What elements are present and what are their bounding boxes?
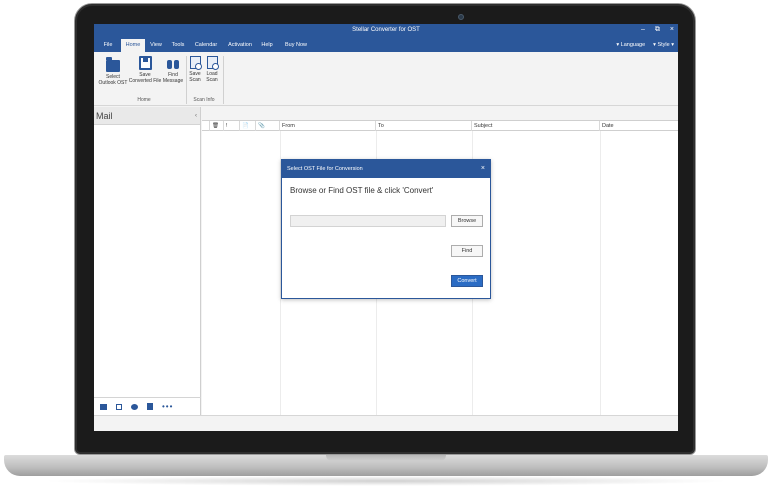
tab-home[interactable]: Home bbox=[121, 39, 145, 52]
laptop-mockup: Stellar Converter for OST – ⧉ × File Hom… bbox=[0, 0, 772, 488]
dialog-close-button[interactable]: × bbox=[481, 160, 485, 178]
message-list-header: 🗑 ! 📄 📎 From To Subject Date bbox=[202, 121, 678, 131]
tab-view[interactable]: View bbox=[147, 39, 165, 52]
find-message-button[interactable]: Find Message bbox=[162, 56, 184, 84]
dialog-title-bar: Select OST File for Conversion × bbox=[282, 160, 490, 178]
language-label: Language bbox=[620, 42, 646, 48]
language-menu[interactable]: ▾ Language bbox=[616, 39, 645, 52]
column-type[interactable]: 📄 bbox=[240, 121, 256, 131]
app-window: Stellar Converter for OST – ⧉ × File Hom… bbox=[94, 24, 678, 431]
mail-icon[interactable] bbox=[100, 403, 107, 410]
home-group-label: Home bbox=[137, 97, 151, 103]
ribbon: Select Outlook OST Save Converted File F… bbox=[94, 52, 678, 106]
webcam-icon bbox=[458, 14, 464, 20]
load-scan-icon bbox=[206, 56, 219, 70]
find-message-label: Find Message bbox=[162, 72, 184, 84]
laptop-notch bbox=[326, 455, 446, 461]
column-divider bbox=[600, 131, 601, 415]
minimize-button[interactable]: – bbox=[641, 26, 645, 34]
load-scan-label: Load Scan bbox=[206, 71, 218, 83]
column-date[interactable]: Date bbox=[600, 121, 678, 131]
tab-file[interactable]: File bbox=[98, 39, 118, 52]
sidebar-footer: ••• bbox=[94, 397, 201, 415]
tab-buy-now[interactable]: Buy Now bbox=[282, 39, 310, 52]
load-scan-button[interactable]: Load Scan bbox=[204, 56, 220, 83]
dialog-title: Select OST File for Conversion bbox=[287, 166, 363, 172]
save-converted-file-button[interactable]: Save Converted File bbox=[128, 56, 162, 84]
file-path-field[interactable] bbox=[290, 215, 446, 227]
message-list-toolbar bbox=[202, 107, 678, 121]
window-controls: – ⧉ × bbox=[641, 26, 674, 34]
tab-activation[interactable]: Activation bbox=[225, 39, 255, 52]
select-outlook-ost-label: Select Outlook OST bbox=[98, 74, 128, 86]
ribbon-separator bbox=[223, 56, 224, 104]
save-scan-icon bbox=[189, 56, 202, 70]
style-menu[interactable]: ▾ Style ▾ bbox=[653, 39, 674, 52]
save-icon bbox=[138, 56, 152, 70]
sidebar-header: Mail ‹ bbox=[94, 107, 200, 125]
select-outlook-ost-button[interactable]: Select Outlook OST bbox=[96, 56, 130, 86]
sidebar-title: Mail bbox=[96, 111, 113, 121]
header-spacer bbox=[202, 121, 210, 131]
status-bar bbox=[94, 415, 678, 431]
find-button[interactable]: Find bbox=[451, 245, 483, 257]
ribbon-separator bbox=[186, 56, 187, 104]
style-label: Style bbox=[657, 42, 670, 48]
column-importance[interactable]: ! bbox=[224, 121, 240, 131]
contacts-icon[interactable] bbox=[131, 403, 138, 410]
title-bar: Stellar Converter for OST – ⧉ × bbox=[94, 24, 678, 39]
browse-button[interactable]: Browse bbox=[451, 215, 483, 227]
scan-info-group-label: Scan Info bbox=[193, 97, 215, 103]
column-attachment[interactable]: 📎 bbox=[256, 121, 280, 131]
save-converted-file-label: Save Converted File bbox=[128, 72, 162, 84]
convert-button[interactable]: Convert bbox=[451, 275, 483, 287]
binoculars-icon bbox=[166, 56, 180, 70]
column-to[interactable]: To bbox=[376, 121, 472, 131]
select-ost-dialog: Select OST File for Conversion × Browse … bbox=[281, 159, 491, 299]
more-icon[interactable]: ••• bbox=[162, 402, 173, 410]
column-subject[interactable]: Subject bbox=[472, 121, 600, 131]
column-from[interactable]: From bbox=[280, 121, 376, 131]
calendar-icon[interactable] bbox=[116, 403, 122, 410]
tab-help[interactable]: Help bbox=[259, 39, 275, 52]
window-title: Stellar Converter for OST bbox=[352, 27, 420, 33]
column-delete[interactable]: 🗑 bbox=[210, 121, 224, 131]
tab-calendar[interactable]: Calendar bbox=[193, 39, 219, 52]
sidebar: Mail ‹ ••• bbox=[94, 107, 201, 415]
maximize-button[interactable]: ⧉ bbox=[655, 26, 660, 34]
collapse-icon[interactable]: ‹ bbox=[195, 107, 197, 125]
folder-icon bbox=[106, 57, 120, 72]
save-scan-button[interactable]: Save Scan bbox=[188, 56, 202, 83]
close-button[interactable]: × bbox=[670, 26, 674, 34]
save-scan-label: Save Scan bbox=[189, 71, 201, 83]
dialog-heading: Browse or Find OST file & click 'Convert… bbox=[290, 186, 434, 195]
tasks-icon[interactable] bbox=[147, 403, 153, 410]
laptop-shadow bbox=[40, 476, 732, 486]
menu-right: ▾ Language ▾ Style ▾ bbox=[616, 39, 674, 52]
tab-tools[interactable]: Tools bbox=[168, 39, 188, 52]
menu-bar: File Home View Tools Calendar Activation… bbox=[94, 39, 678, 52]
